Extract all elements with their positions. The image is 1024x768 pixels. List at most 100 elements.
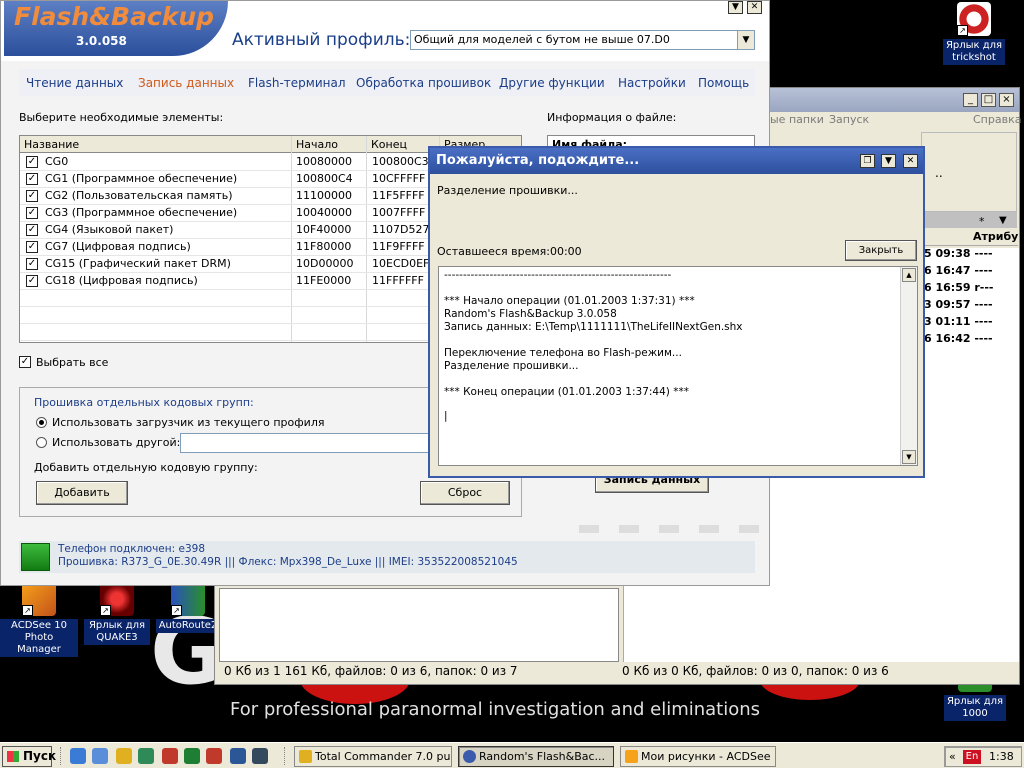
- save-icon[interactable]: [252, 748, 268, 764]
- wallpaper-tagline: For professional paranormal investigatio…: [230, 699, 761, 720]
- row-start: 10F40000: [296, 223, 352, 236]
- desktop-icon-quake3[interactable]: ↗ Ярлык для QUAKE3: [84, 582, 150, 645]
- connection-indicator-icon: [21, 543, 50, 571]
- desktop-icon-label: Ярлык для trickshot: [943, 39, 1005, 65]
- row-checkbox[interactable]: ✓: [26, 275, 38, 287]
- language-indicator[interactable]: En: [963, 750, 981, 764]
- task-label: Total Commander 7.0 pu...: [315, 750, 452, 763]
- nav-firmware-processing[interactable]: Обработка прошивок: [356, 76, 491, 90]
- select-all-checkbox[interactable]: ✓: [19, 356, 31, 368]
- sort-indicator[interactable]: *: [979, 215, 985, 228]
- scroll-up-icon[interactable]: ▲: [902, 268, 916, 282]
- select-all-label: Выбрать все: [36, 356, 109, 369]
- folder-icon[interactable]: [116, 748, 132, 764]
- file-row[interactable]: 3 01:11 ----: [924, 315, 993, 328]
- add-button[interactable]: Добавить: [36, 481, 128, 505]
- task-acdsee[interactable]: Мои рисунки - ACDSee ...: [620, 746, 776, 767]
- file-row[interactable]: 6 16:42 ----: [924, 332, 993, 345]
- chevron-down-icon[interactable]: ▼: [999, 215, 1007, 226]
- app-icon[interactable]: [162, 748, 178, 764]
- nav-read-data[interactable]: Чтение данных: [26, 76, 123, 90]
- row-checkbox[interactable]: ✓: [26, 258, 38, 270]
- file-row[interactable]: 3 09:57 ----: [924, 298, 993, 311]
- close-dialog-button[interactable]: Закрыть: [845, 240, 917, 261]
- row-end: 11F5FFFF: [372, 189, 425, 202]
- drive-up[interactable]: ..: [935, 166, 943, 180]
- radio-current-loader[interactable]: [36, 417, 47, 428]
- pane-splitter[interactable]: [619, 588, 623, 664]
- tray-expand-icon[interactable]: «: [949, 747, 956, 766]
- dialog-title-bar: Пожалуйста, подождите... ❐ ▼ ✕: [430, 148, 923, 174]
- row-name: CG4 (Языковой пакет): [45, 223, 174, 236]
- dialog-message: Разделение прошивки...: [437, 184, 578, 197]
- autoroute-icon: ↗: [171, 582, 205, 616]
- copy-icon[interactable]: ❐: [860, 154, 875, 168]
- taskbar-grip[interactable]: [284, 747, 287, 765]
- desktop-icon-autoroute[interactable]: ↗ AutoRoute2: [156, 582, 220, 633]
- menu-item[interactable]: Запуск: [829, 113, 869, 126]
- file-row[interactable]: 5 09:38 ----: [924, 247, 993, 260]
- maximize-button[interactable]: □: [981, 93, 996, 107]
- chevron-down-icon[interactable]: ▼: [737, 31, 754, 49]
- nav-flash-terminal[interactable]: Flash-терминал: [248, 76, 346, 90]
- shortcut-arrow-icon: ↗: [171, 605, 182, 616]
- quicklaunch-grip[interactable]: [60, 747, 63, 765]
- row-end: 11FFFFFF: [372, 274, 424, 287]
- word-icon[interactable]: [230, 748, 246, 764]
- close-button[interactable]: ✕: [747, 1, 762, 14]
- radio-other-label: Использовать другой:: [52, 436, 181, 449]
- column-header-attributes[interactable]: Атрибу: [922, 228, 1018, 246]
- row-name: CG18 (Цифровая подпись): [45, 274, 198, 287]
- desktop-icon-label: AutoRoute2: [156, 619, 220, 633]
- column-header-start[interactable]: Начало: [292, 136, 367, 153]
- app-icon[interactable]: [138, 748, 154, 764]
- status-bar: Телефон подключен: e398 Прошивка: R373_G…: [19, 541, 755, 573]
- menu-item[interactable]: Справка: [973, 113, 1021, 126]
- file-row[interactable]: 6 16:47 ----: [924, 264, 993, 277]
- log-line: Запись данных: E:\Temp\1111111\TheLifeII…: [444, 321, 743, 333]
- operation-log[interactable]: ----------------------------------------…: [438, 266, 918, 466]
- row-checkbox[interactable]: ✓: [26, 207, 38, 219]
- ie-icon[interactable]: [70, 748, 86, 764]
- minimize-button[interactable]: _: [963, 93, 978, 107]
- radio-other-loader[interactable]: [36, 437, 47, 448]
- desktop-icon-1000[interactable]: Ярлык для 1000: [944, 680, 1006, 721]
- row-name: CG15 (Графический пакет DRM): [45, 257, 231, 270]
- nav-settings[interactable]: Настройки: [618, 76, 686, 90]
- shortcut-arrow-icon: ↗: [22, 605, 33, 616]
- nav-other-functions[interactable]: Другие функции: [499, 76, 605, 90]
- scroll-down-icon[interactable]: ▼: [902, 450, 916, 464]
- minimize-button[interactable]: ▼: [728, 1, 743, 14]
- desktop-icon-trickshot[interactable]: ↗ Ярлык для trickshot: [943, 2, 1005, 65]
- excel-icon[interactable]: [184, 748, 200, 764]
- reset-button[interactable]: Сброс: [420, 481, 510, 505]
- row-checkbox[interactable]: ✓: [26, 241, 38, 253]
- app-icon[interactable]: [206, 748, 222, 764]
- close-button[interactable]: ×: [999, 93, 1014, 107]
- task-flash-backup[interactable]: Random's Flash&Bac...: [458, 746, 614, 767]
- row-start: 10D00000: [296, 257, 354, 270]
- task-total-commander[interactable]: Total Commander 7.0 pu...: [294, 746, 452, 767]
- close-button[interactable]: ✕: [903, 154, 918, 168]
- nav-help[interactable]: Помощь: [698, 76, 749, 90]
- row-checkbox[interactable]: ✓: [26, 190, 38, 202]
- start-button[interactable]: Пуск: [2, 746, 56, 767]
- quake-icon: ↗: [100, 582, 134, 616]
- explorer-icon[interactable]: [92, 748, 108, 764]
- log-scrollbar[interactable]: ▲ ▼: [900, 267, 917, 465]
- file-row[interactable]: 6 16:59 r---: [924, 281, 993, 294]
- nav-write-data[interactable]: Запись данных: [138, 76, 234, 90]
- desktop-icon-acdsee[interactable]: ↗ ACDSee 10 Photo Manager: [0, 582, 78, 657]
- row-start: 11FE0000: [296, 274, 352, 287]
- chevron-down-icon[interactable]: ▼: [881, 154, 896, 168]
- menu-item[interactable]: ые папки: [770, 113, 824, 126]
- row-checkbox[interactable]: ✓: [26, 173, 38, 185]
- column-header-name[interactable]: Название: [20, 136, 292, 153]
- row-checkbox[interactable]: ✓: [26, 156, 38, 168]
- row-checkbox[interactable]: ✓: [26, 224, 38, 236]
- row-end: 1007FFFF: [372, 206, 426, 219]
- other-loader-field[interactable]: [180, 433, 430, 453]
- clock[interactable]: 1:38: [989, 747, 1014, 766]
- left-file-pane[interactable]: [219, 588, 619, 662]
- profile-select[interactable]: Общий для моделей с бутом не выше 07.D0 …: [410, 30, 755, 50]
